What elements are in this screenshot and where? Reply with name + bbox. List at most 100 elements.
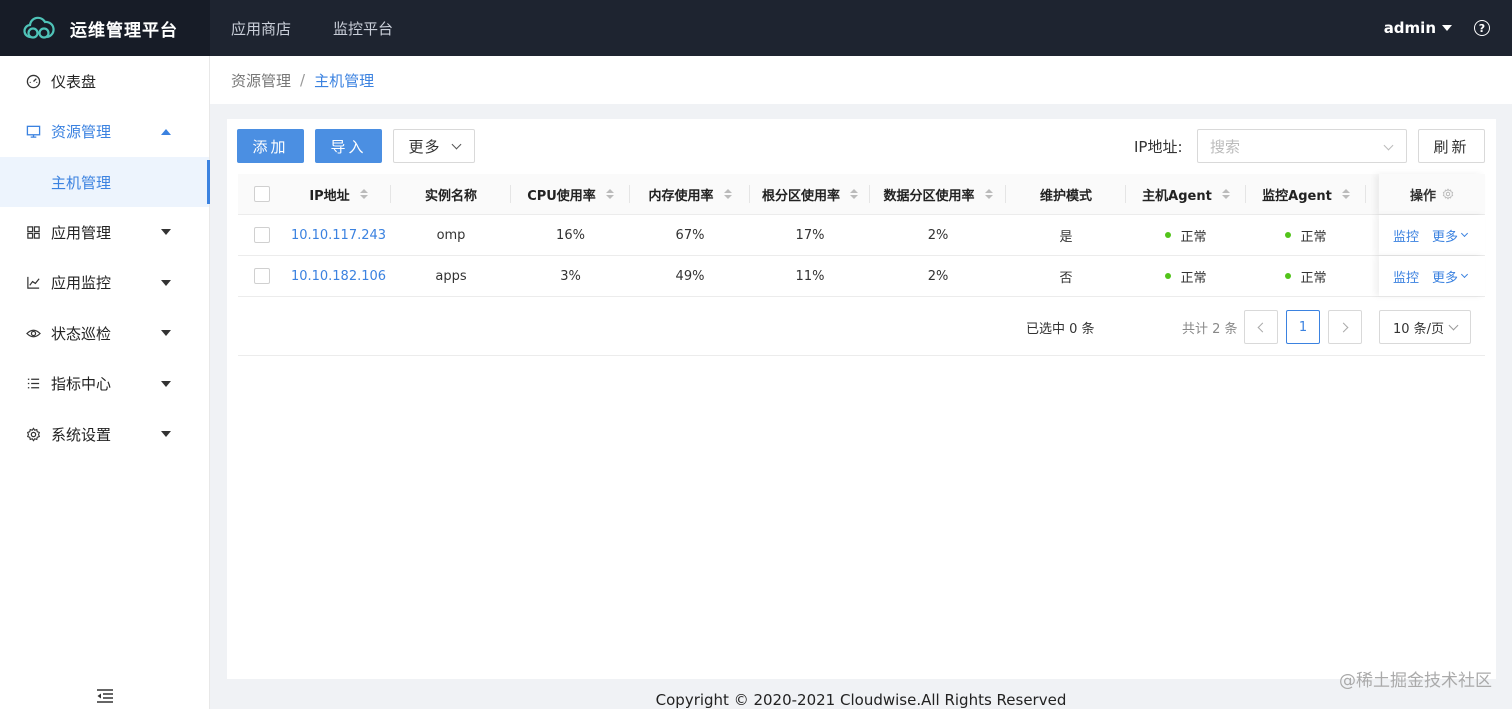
sort-icon[interactable]	[359, 189, 368, 199]
sidebar-item-metrics[interactable]: 指标中心	[0, 359, 209, 410]
cell-mon-agent: 正常	[1246, 215, 1366, 255]
col-ip[interactable]: IP地址	[286, 174, 391, 214]
breadcrumb-parent[interactable]: 资源管理	[231, 70, 291, 91]
sort-icon[interactable]	[723, 189, 732, 199]
ip-filter-label: IP地址:	[1134, 137, 1183, 156]
import-button[interactable]: 导入	[315, 129, 382, 163]
sidebar-subitem-label: 主机管理	[51, 173, 112, 192]
status-dot	[1165, 273, 1172, 279]
sort-icon[interactable]	[1341, 189, 1350, 199]
page-1-button[interactable]: 1	[1286, 310, 1320, 344]
row-checkbox[interactable]	[254, 268, 270, 284]
sidebar-item-apps[interactable]: 应用管理	[0, 207, 209, 258]
top-nav: 应用商店 监控平台	[210, 0, 414, 56]
select-all-checkbox[interactable]	[254, 186, 270, 202]
sort-icon[interactable]	[605, 189, 614, 199]
sidebar-subitem-host[interactable]: 主机管理	[0, 157, 210, 207]
cell-cpu: 16%	[556, 227, 585, 243]
col-mon-agent[interactable]: 监控Agent	[1246, 174, 1366, 214]
app-title: 运维管理平台	[70, 20, 178, 41]
cell-maint: 是	[1059, 229, 1073, 245]
user-menu[interactable]: admin	[1384, 19, 1452, 37]
status-dot	[1285, 273, 1292, 279]
col-root[interactable]: 根分区使用率	[750, 174, 870, 214]
monitor-link[interactable]: 监控	[1393, 267, 1419, 286]
prev-page-button[interactable]	[1244, 310, 1278, 344]
help-icon[interactable]: ?	[1474, 20, 1490, 36]
col-label: 实例名称	[424, 188, 477, 204]
more-button[interactable]: 更多	[393, 129, 475, 163]
logo[interactable]: 运维管理平台	[0, 0, 210, 56]
status-text: 正常	[1300, 229, 1327, 245]
monitor-link[interactable]: 监控	[1393, 226, 1419, 245]
caret-down-icon	[161, 380, 171, 387]
chevron-right-icon	[1338, 322, 1349, 332]
cell-ip: 10.10.117.243	[286, 215, 391, 255]
ip-link[interactable]: 10.10.182.106	[291, 269, 386, 284]
topnav-app-store[interactable]: 应用商店	[231, 18, 291, 39]
eye-icon	[25, 325, 41, 341]
status-text: 正常	[1180, 229, 1207, 245]
caret-down-icon	[161, 431, 171, 438]
refresh-button[interactable]: 刷新	[1418, 129, 1485, 163]
more-button-label: 更多	[408, 137, 441, 156]
table-row: 10.10.182.106 apps 3% 49% 11% 2% 否 正常 正常…	[238, 256, 1485, 297]
cell-ops: 监控 更多	[1379, 215, 1485, 255]
sidebar-item-resource[interactable]: 资源管理	[0, 107, 209, 158]
status-text: 正常	[1180, 270, 1207, 286]
col-mem[interactable]: 内存使用率	[630, 174, 750, 214]
cell-ops: 监控 更多	[1379, 256, 1485, 296]
col-data[interactable]: 数据分区使用率	[870, 174, 1006, 214]
dashboard-icon	[25, 73, 41, 89]
caret-down-icon	[161, 229, 171, 236]
cell-data: 2%	[927, 227, 949, 243]
row-checkbox[interactable]	[254, 227, 270, 243]
cell-maint: 否	[1059, 270, 1073, 286]
host-table: IP地址 实例名称 CPU使用率 内存使用率 根分区使用率 数据分区使用率 维护…	[238, 174, 1485, 356]
more-dropdown[interactable]: 更多	[1432, 226, 1469, 245]
list-icon	[25, 376, 41, 392]
sidebar-item-label: 指标中心	[51, 375, 112, 394]
topnav-monitor-platform[interactable]: 监控平台	[333, 18, 393, 39]
cell-host-agent: 正常	[1126, 256, 1246, 296]
col-cpu[interactable]: CPU使用率	[511, 174, 630, 214]
col-label: 根分区使用率	[761, 188, 840, 204]
cell-instance: apps	[435, 268, 467, 284]
col-host-agent[interactable]: 主机Agent	[1126, 174, 1246, 214]
sort-icon[interactable]	[1221, 189, 1230, 199]
sidebar-item-inspection[interactable]: 状态巡检	[0, 308, 209, 359]
sidebar-item-app-monitor[interactable]: 应用监控	[0, 258, 209, 309]
more-dropdown[interactable]: 更多	[1432, 267, 1469, 286]
col-label: 监控Agent	[1262, 188, 1332, 204]
gear-icon[interactable]	[1442, 188, 1454, 200]
toolbar: 添加 导入 更多 IP地址: 搜索 刷新	[237, 129, 1485, 163]
cell-mem: 49%	[675, 268, 705, 284]
footer: Copyright © 2020-2021 Cloudwise.All Righ…	[210, 684, 1512, 709]
sort-icon[interactable]	[984, 189, 993, 199]
sort-icon[interactable]	[850, 189, 858, 199]
cell-instance: omp	[436, 227, 466, 243]
table-header-row: IP地址 实例名称 CPU使用率 内存使用率 根分区使用率 数据分区使用率 维护…	[238, 174, 1485, 215]
add-button[interactable]: 添加	[237, 129, 304, 163]
ip-link[interactable]: 10.10.117.243	[291, 228, 386, 243]
sidebar-item-settings[interactable]: 系统设置	[0, 409, 209, 460]
cell-mem: 67%	[675, 227, 705, 243]
header-right: admin ?	[1384, 0, 1490, 56]
next-page-button[interactable]	[1328, 310, 1362, 344]
sidebar: 仪表盘 资源管理 主机管理 应用管理 应用监控 状态巡检 指标中心 系统设置	[0, 56, 210, 709]
selected-count: 已选中 0 条	[1026, 321, 1095, 337]
ip-search-select[interactable]: 搜索	[1197, 129, 1407, 163]
col-maint: 维护模式	[1006, 174, 1126, 214]
col-label: 操作	[1409, 188, 1436, 204]
sidebar-item-dashboard[interactable]: 仪表盘	[0, 56, 209, 107]
sidebar-item-label: 资源管理	[51, 123, 112, 142]
page-size-select[interactable]: 10 条/页	[1379, 310, 1471, 344]
cell-host-agent: 正常	[1126, 215, 1246, 255]
status-text: 正常	[1300, 270, 1327, 286]
status-dot	[1165, 232, 1172, 238]
sidebar-item-label: 系统设置	[51, 425, 112, 444]
monitor-icon	[25, 124, 41, 140]
menu-fold-icon[interactable]	[96, 689, 114, 703]
main-content: 添加 导入 更多 IP地址: 搜索 刷新 IP地址 实例名称 CPU使用率 内存…	[227, 119, 1496, 679]
caret-down-icon	[1442, 25, 1452, 31]
